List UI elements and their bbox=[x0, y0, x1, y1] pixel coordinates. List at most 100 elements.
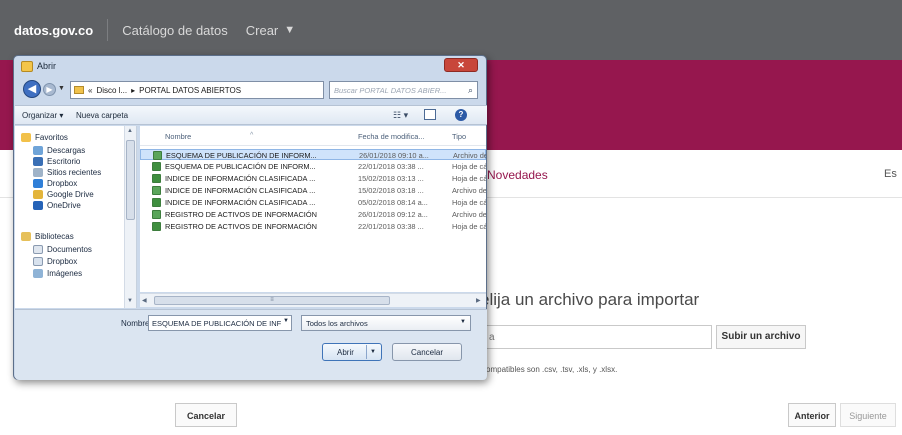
file-name: REGISTRO DE ACTIVOS DE INFORMACIÓN bbox=[165, 210, 317, 219]
nav-item-sitios-recientes[interactable]: Sitios recientes bbox=[33, 168, 101, 177]
recent-places-icon bbox=[33, 168, 43, 177]
folder-search-input[interactable]: Buscar PORTAL DATOS ABIER... ⌕ bbox=[329, 81, 478, 99]
nav-scroll-thumb[interactable] bbox=[126, 140, 135, 220]
close-icon[interactable]: ✕ bbox=[444, 58, 478, 72]
wizard-next-button[interactable]: Siguiente bbox=[840, 403, 896, 427]
help-icon[interactable]: ? bbox=[455, 109, 467, 121]
nav-item-google-drive[interactable]: Google Drive bbox=[33, 190, 94, 199]
views-menu-icon[interactable]: ☷ ▾ bbox=[393, 110, 408, 121]
nav-item-escritorio[interactable]: Escritorio bbox=[33, 157, 80, 166]
file-name: INDICE DE INFORMACIÓN CLASIFICADA ... bbox=[165, 186, 316, 195]
breadcrumb-folder[interactable]: PORTAL DATOS ABIERTOS bbox=[139, 86, 241, 95]
nav-libraries-header[interactable]: Bibliotecas bbox=[21, 232, 74, 241]
chevron-down-icon: ▼ bbox=[460, 319, 466, 325]
file-date: 15/02/2018 03:13 ... bbox=[358, 174, 424, 183]
file-row[interactable]: INDICE DE INFORMACIÓN CLASIFICADA ... 15… bbox=[140, 173, 486, 184]
column-type[interactable]: Tipo bbox=[452, 132, 466, 141]
nav-scrollbar[interactable]: ▲ ▼ bbox=[124, 126, 136, 308]
file-row[interactable]: REGISTRO DE ACTIVOS DE INFORMACIÓN 26/01… bbox=[140, 209, 486, 220]
nav-label: Documentos bbox=[47, 245, 92, 254]
file-name: REGISTRO DE ACTIVOS DE INFORMACIÓN bbox=[165, 222, 317, 231]
pictures-icon bbox=[33, 269, 43, 278]
catalog-link[interactable]: Catálogo de datos bbox=[122, 23, 228, 38]
file-list-header: ^ Nombre Fecha de modifica... Tipo bbox=[140, 126, 486, 146]
scroll-down-icon[interactable]: ▼ bbox=[127, 298, 133, 304]
tab-right-partial[interactable]: Es bbox=[884, 168, 897, 180]
file-row[interactable]: ESQUEMA DE PUBLICACIÓN DE INFORM... 26/0… bbox=[140, 149, 486, 160]
nav-item-imagenes[interactable]: Imágenes bbox=[33, 269, 82, 278]
xlsx-file-icon bbox=[152, 162, 161, 171]
nav-label: Sitios recientes bbox=[47, 168, 102, 177]
file-date: 22/01/2018 03:38 ... bbox=[358, 162, 424, 171]
scroll-left-icon[interactable]: ◀ bbox=[142, 297, 147, 304]
hscroll-thumb[interactable]: ≡ bbox=[154, 296, 390, 305]
dialog-titlebar[interactable]: Abrir ✕ bbox=[14, 56, 486, 78]
column-name[interactable]: Nombre bbox=[165, 132, 191, 141]
csv-file-icon bbox=[153, 151, 162, 160]
nav-label: Favoritos bbox=[35, 133, 68, 142]
chevron-down-icon: ▼ bbox=[284, 24, 296, 36]
wizard-cancel-button[interactable]: Cancelar bbox=[175, 403, 237, 427]
search-icon[interactable]: ⌕ bbox=[468, 85, 473, 96]
upload-file-button[interactable]: Subir un archivo bbox=[716, 325, 806, 349]
file-row[interactable]: INDICE DE INFORMACIÓN CLASIFICADA ... 05… bbox=[140, 197, 486, 208]
open-file-dialog: Abrir ✕ ◀ ▶ ▼ « Disco l... ▸ PORTAL DATO… bbox=[13, 55, 487, 380]
nav-item-onedrive[interactable]: OneDrive bbox=[33, 201, 81, 210]
onedrive-cloud-icon bbox=[33, 201, 43, 210]
nav-favorites-header[interactable]: Favoritos bbox=[21, 133, 68, 142]
nav-item-dropbox[interactable]: Dropbox bbox=[33, 179, 77, 188]
scroll-right-icon[interactable]: ▶ bbox=[476, 297, 481, 304]
file-name: INDICE DE INFORMACIÓN CLASIFICADA ... bbox=[165, 174, 316, 183]
nav-label: OneDrive bbox=[47, 201, 81, 210]
file-list-hscrollbar[interactable]: ◀ ≡ ▶ bbox=[140, 293, 486, 307]
breadcrumb-disk[interactable]: Disco l... bbox=[96, 86, 127, 95]
tab-novedades[interactable]: Novedades bbox=[487, 168, 548, 182]
file-row[interactable]: INDICE DE INFORMACIÓN CLASIFICADA ... 15… bbox=[140, 185, 486, 196]
create-label: Crear bbox=[245, 22, 279, 38]
nav-item-dropbox-library[interactable]: Dropbox bbox=[33, 257, 77, 266]
nav-item-descargas[interactable]: Descargas bbox=[33, 146, 85, 155]
file-path-field[interactable]: a bbox=[484, 325, 712, 349]
file-row[interactable]: REGISTRO DE ACTIVOS DE INFORMACIÓN 22/01… bbox=[140, 221, 486, 232]
file-date: 05/02/2018 08:14 a... bbox=[358, 198, 428, 207]
file-name: ESQUEMA DE PUBLICACIÓN DE INFORM... bbox=[165, 162, 316, 171]
create-menu[interactable]: Crear ▼ bbox=[246, 23, 295, 38]
file-date: 15/02/2018 03:18 ... bbox=[358, 186, 424, 195]
file-row[interactable]: ESQUEMA DE PUBLICACIÓN DE INFORM... 22/0… bbox=[140, 161, 486, 172]
csv-file-icon bbox=[152, 186, 161, 195]
file-type: Archivo de bbox=[453, 151, 486, 160]
open-options-dropdown-icon[interactable]: ▼ bbox=[366, 345, 379, 359]
nav-label: Bibliotecas bbox=[35, 232, 74, 241]
xlsx-file-icon bbox=[152, 222, 161, 231]
back-arrow-icon[interactable]: ◀ bbox=[23, 80, 41, 98]
dropbox-icon bbox=[33, 179, 43, 188]
breadcrumb-overflow[interactable]: « bbox=[88, 86, 92, 95]
google-drive-icon bbox=[33, 190, 43, 199]
file-name: ESQUEMA DE PUBLICACIÓN DE INFORM... bbox=[166, 151, 317, 160]
column-date[interactable]: Fecha de modifica... bbox=[358, 132, 425, 141]
file-type-filter-select[interactable]: Todos los archivos ▼ bbox=[301, 315, 471, 331]
brand-link[interactable]: datos.gov.co bbox=[14, 23, 93, 38]
organize-menu[interactable]: Organizar ▾ bbox=[22, 111, 63, 120]
file-name-combobox[interactable]: ESQUEMA DE PUBLICACIÓN DE INF ▼ bbox=[148, 315, 292, 331]
dialog-bottom-panel: Nombre: ESQUEMA DE PUBLICACIÓN DE INF ▼ … bbox=[15, 309, 487, 380]
file-type: Hoja de cá bbox=[452, 174, 486, 183]
wizard-previous-button[interactable]: Anterior bbox=[788, 403, 836, 427]
top-navigation: datos.gov.co Catálogo de datos Crear ▼ bbox=[0, 0, 902, 60]
chevron-down-icon[interactable]: ▼ bbox=[283, 318, 289, 324]
history-dropdown-icon[interactable]: ▼ bbox=[58, 85, 65, 92]
forward-arrow-icon[interactable]: ▶ bbox=[43, 83, 56, 96]
new-folder-button[interactable]: Nueva carpeta bbox=[76, 111, 128, 120]
downloads-folder-icon bbox=[33, 146, 43, 155]
scroll-up-icon[interactable]: ▲ bbox=[127, 128, 133, 134]
nav-item-documentos[interactable]: Documentos bbox=[33, 245, 92, 254]
address-bar[interactable]: « Disco l... ▸ PORTAL DATOS ABIERTOS ▼ ↻ bbox=[70, 81, 324, 99]
import-heading: elija un archivo para importar bbox=[480, 290, 700, 309]
open-button[interactable]: Abrir ▼ bbox=[322, 343, 382, 361]
desktop-icon bbox=[33, 157, 43, 166]
search-placeholder: Buscar PORTAL DATOS ABIER... bbox=[334, 86, 447, 95]
preview-pane-icon[interactable] bbox=[424, 109, 436, 120]
folder-icon bbox=[21, 61, 33, 72]
dialog-cancel-button[interactable]: Cancelar bbox=[392, 343, 462, 361]
sort-indicator-icon: ^ bbox=[250, 132, 254, 139]
